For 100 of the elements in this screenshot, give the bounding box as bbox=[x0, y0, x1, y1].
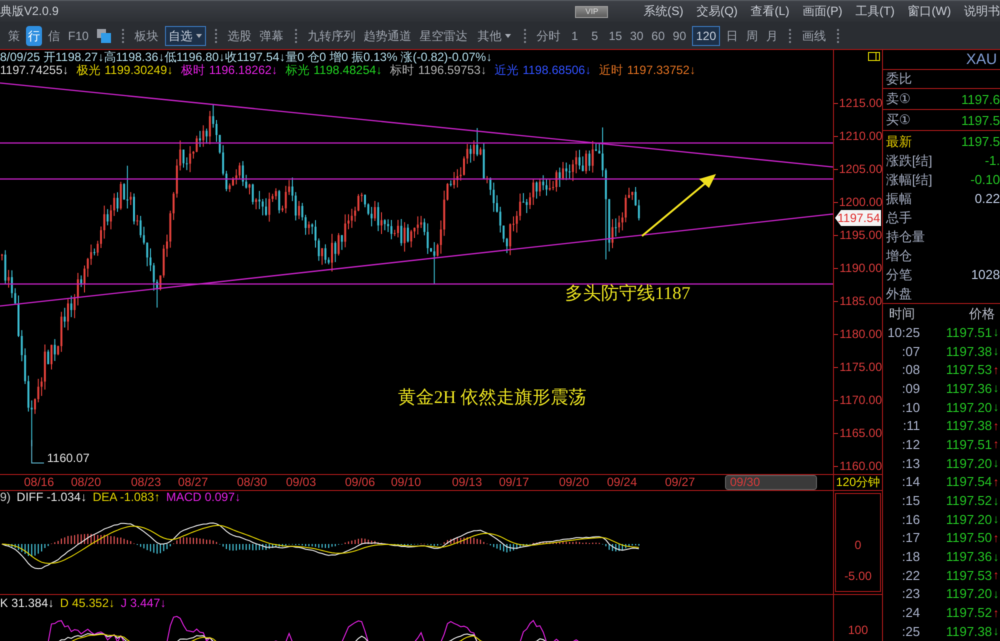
direction-arrow: ↓ bbox=[992, 456, 1000, 470]
quote-label: 卖① bbox=[886, 90, 911, 108]
price-tick-label: 1180.00 bbox=[834, 327, 882, 341]
trade-price: 1197.51 bbox=[944, 436, 992, 452]
app-title: 典版V2.0.9 bbox=[0, 3, 59, 20]
dropdown-button[interactable]: 自选 bbox=[164, 26, 206, 46]
trade-price: 1197.38 bbox=[944, 418, 992, 434]
ohlc-readout: 8/09/25 开1198.27↓高1198.36↓低1196.80↓收1197.54↓量0 仓0 增0 振0.13% 涨(-0.82)-0.07%↓ bbox=[0, 51, 494, 64]
quote-label: 振幅 bbox=[886, 190, 912, 208]
date-label: 08/27 bbox=[178, 476, 208, 489]
vip-badge[interactable]: VIP bbox=[575, 6, 608, 18]
toolbar-button[interactable]: 1 bbox=[566, 26, 583, 46]
toolbar-button[interactable]: 板块 bbox=[132, 26, 161, 46]
menu-item[interactable]: 说明书 bbox=[964, 3, 1000, 20]
date-label: 09/03 bbox=[286, 476, 316, 489]
menu-item[interactable]: 系统(S) bbox=[643, 3, 684, 20]
stacked-squares-icon bbox=[96, 28, 111, 42]
trade-price: 1197.52 bbox=[944, 605, 992, 620]
toolbar-button[interactable]: 日 bbox=[724, 26, 740, 46]
trade-price: 1197.38 bbox=[944, 624, 992, 639]
trade-time: :11 bbox=[902, 418, 920, 434]
toolbar-button[interactable]: 15 bbox=[606, 26, 624, 46]
date-label: 09/30 bbox=[725, 475, 817, 490]
toolbar-button[interactable]: 月 bbox=[764, 26, 780, 46]
price-tick-label: 1195.00 bbox=[834, 228, 882, 242]
toolbar-button[interactable]: 5 bbox=[586, 26, 603, 46]
indicator-reading: J 3.447↓ bbox=[120, 597, 166, 610]
toolbar-button[interactable]: 信 bbox=[46, 26, 62, 46]
trade-price: 1197.20 bbox=[944, 456, 992, 471]
price-tick-label: 1170.00 bbox=[834, 393, 882, 407]
quote-label: 分笔 bbox=[886, 266, 912, 284]
menu-item[interactable]: 查看(L) bbox=[750, 3, 790, 20]
macd-tick-label: -5.00 bbox=[843, 569, 873, 583]
trade-time: 10:25 bbox=[886, 324, 920, 340]
price-tick-label: 1205.00 bbox=[834, 162, 882, 176]
window-toggle-icon[interactable] bbox=[868, 52, 880, 61]
indicator-label: 近时 bbox=[599, 64, 624, 77]
toolbar-button[interactable]: 120 bbox=[692, 26, 720, 46]
caret-icon bbox=[196, 34, 202, 38]
toolbar-button[interactable]: 九转序列 bbox=[306, 26, 358, 46]
toolbar-button[interactable]: 分时 bbox=[534, 26, 563, 46]
quote-label: 持仓量 bbox=[886, 228, 925, 246]
indicator-reading: MACD 0.097↓ bbox=[166, 491, 241, 504]
toolbar-button[interactable]: 趋势通道 bbox=[362, 26, 414, 46]
toolbar-button[interactable]: 画线 bbox=[800, 26, 828, 46]
direction-arrow: ↑ bbox=[992, 437, 1000, 452]
column-header: 价格 bbox=[969, 304, 995, 322]
direction-arrow: ↓ bbox=[992, 512, 1000, 526]
toolbar-button[interactable]: 星空雷达 bbox=[418, 26, 470, 46]
indicator-value: 1198.68506↓ bbox=[522, 64, 592, 77]
date-label: 09/13 bbox=[452, 476, 482, 489]
price-tick-label: 1210.00 bbox=[834, 129, 882, 143]
toolbar-button[interactable]: 选股 bbox=[226, 26, 254, 46]
trade-price: 1197.54 bbox=[944, 474, 992, 490]
indicator-value: 1196.18262↓ bbox=[209, 64, 278, 77]
direction-arrow: ↑ bbox=[992, 474, 1000, 489]
price-tick-label: 1215.00 bbox=[834, 96, 882, 110]
column-header: 时间 bbox=[889, 304, 915, 322]
dropdown-button[interactable]: 其他 bbox=[474, 26, 515, 46]
toolbar-button[interactable]: 策 bbox=[6, 26, 22, 46]
date-label: 09/24 bbox=[606, 476, 638, 489]
trade-time: :10 bbox=[900, 400, 920, 415]
trade-time: :25 bbox=[900, 624, 920, 639]
menu-item[interactable]: 画面(P) bbox=[802, 3, 842, 20]
period-label: 120分钟 bbox=[836, 474, 880, 491]
low-price-label: 1160.07 bbox=[47, 451, 90, 465]
toolbar-button[interactable]: 周 bbox=[744, 26, 760, 46]
toolbar-button[interactable]: 弹幕 bbox=[258, 26, 286, 46]
menu-item[interactable]: 窗口(W) bbox=[908, 3, 951, 20]
quote-value: 1028 bbox=[971, 267, 1000, 282]
price-tick-label: 1185.00 bbox=[834, 294, 882, 308]
date-label: 09/10 bbox=[390, 476, 422, 489]
price-tick-label: 1160.00 bbox=[834, 459, 882, 473]
quote-value: 1197.5 bbox=[961, 134, 1000, 149]
direction-arrow: ↑ bbox=[992, 418, 1000, 433]
toolbar-button[interactable] bbox=[94, 28, 113, 44]
indicator-reading: D 45.352↓ bbox=[60, 597, 115, 610]
trade-price: 1197.51 bbox=[944, 324, 992, 340]
toolbar-button[interactable]: 90 bbox=[670, 26, 688, 46]
trade-price: 1197.53 bbox=[944, 568, 992, 583]
trade-time: :14 bbox=[900, 474, 920, 490]
chart-annotation: 多头防守线1187 bbox=[565, 282, 690, 305]
toolbar-button[interactable]: 行 bbox=[26, 26, 42, 46]
trade-time: :08 bbox=[900, 362, 920, 378]
date-label: 09/27 bbox=[664, 476, 696, 489]
menu-item[interactable]: 交易(Q) bbox=[696, 3, 738, 20]
direction-arrow: ↓ bbox=[992, 624, 1000, 638]
quote-label: 买① bbox=[886, 111, 911, 129]
quote-value: -1. bbox=[984, 153, 1000, 168]
indicator-reading: K 31.384↓ bbox=[0, 597, 54, 610]
trade-price: 1197.52 bbox=[944, 493, 992, 508]
menu-item[interactable]: 工具(T) bbox=[855, 3, 895, 20]
indicator-value: 1197.74255↓ bbox=[0, 64, 69, 77]
toolbar-button[interactable]: 30 bbox=[628, 26, 646, 46]
trade-price: 1197.20 bbox=[944, 512, 992, 527]
toolbar-button[interactable]: F10 bbox=[66, 26, 91, 46]
price-tick-label: 1165.00 bbox=[834, 426, 882, 440]
date-label: 08/16 bbox=[24, 476, 54, 489]
toolbar-button[interactable]: 60 bbox=[649, 26, 667, 46]
indicator-value: 1198.48254↓ bbox=[314, 64, 382, 77]
